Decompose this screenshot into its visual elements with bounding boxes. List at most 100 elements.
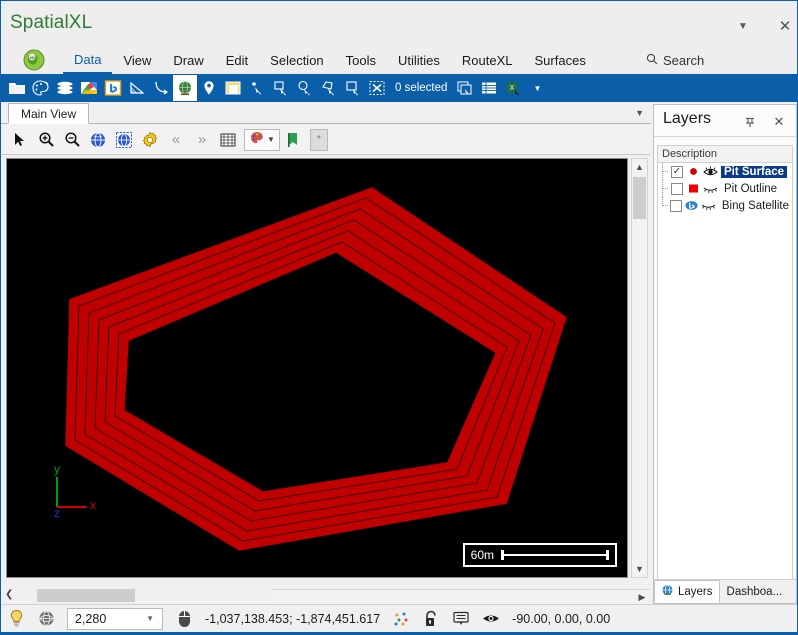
zoom-extents-icon[interactable] [85, 127, 111, 153]
eye-closed-icon[interactable] [701, 200, 716, 211]
unlock-icon[interactable] [416, 606, 446, 632]
tab-main-view[interactable]: Main View [8, 103, 90, 124]
eye-open-icon[interactable] [702, 166, 718, 177]
layer-visibility-checkbox[interactable] [670, 199, 683, 212]
menu-item-selection[interactable]: Selection [259, 46, 334, 74]
grid-icon[interactable] [215, 127, 241, 153]
zoom-in-icon[interactable] [33, 127, 59, 153]
more-options-button[interactable]: * [310, 128, 328, 151]
tree-connector [658, 163, 671, 180]
curve-tool-icon[interactable] [149, 75, 173, 101]
layer-visibility-checkbox[interactable] [671, 182, 683, 195]
triangle-measure-icon[interactable] [125, 75, 149, 101]
google-maps-icon[interactable] [77, 75, 101, 101]
menu-item-utilities[interactable]: Utilities [387, 46, 451, 74]
copy-selection-icon[interactable] [453, 75, 477, 101]
scale-combo-box[interactable]: 2,280 ▼ [67, 607, 163, 630]
scatter-points-icon[interactable] [386, 606, 416, 632]
spatialxl-logo-icon[interactable]: AB [23, 49, 45, 71]
view-tab-strip: Main View ▼ [1, 102, 651, 124]
ribbon-toolbar: 0 selected X ▼ [1, 74, 797, 102]
palette-dropdown-button[interactable]: ▼ [244, 128, 280, 151]
settings-gear-icon[interactable] [137, 127, 163, 153]
globe-icon[interactable] [173, 75, 197, 101]
fast-forward-icon[interactable]: » [189, 127, 215, 153]
select-rectangle-icon[interactable] [269, 75, 293, 101]
pin-icon[interactable] [741, 113, 759, 131]
map-canvas[interactable]: y x z 60m [6, 158, 628, 578]
window-menu-caret-icon[interactable]: ▼ [730, 15, 756, 37]
menu-item-draw[interactable]: Draw [162, 46, 214, 74]
rewind-icon[interactable]: « [163, 127, 189, 153]
menu-item-view[interactable]: View [112, 46, 162, 74]
map-vertical-scrollbar[interactable]: ▲ ▼ [631, 158, 648, 578]
lightbulb-icon[interactable] [1, 606, 31, 632]
window-close-icon[interactable]: ✕ [772, 15, 797, 37]
layers-panel-close-icon[interactable]: ✕ [770, 113, 788, 131]
axis-indicator: y x z [54, 462, 96, 517]
axis-y-label: y [54, 462, 60, 476]
select-box-icon[interactable] [341, 75, 365, 101]
stub-scroll-thumb[interactable] [37, 589, 135, 602]
pin-marker-icon[interactable] [197, 75, 221, 101]
menu-item-tools[interactable]: Tools [335, 46, 387, 74]
clear-selection-icon[interactable] [365, 75, 389, 101]
palette-icon[interactable] [29, 75, 53, 101]
zoom-previous-icon[interactable] [111, 127, 137, 153]
tab-overflow-caret-icon[interactable]: ▼ [635, 108, 644, 118]
layers-panel-title: Layers [663, 110, 712, 127]
menu-item-surfaces[interactable]: Surfaces [524, 46, 597, 74]
globe-icon [661, 584, 674, 600]
scale-bar-label: 60m [470, 548, 494, 562]
layers-panel: Layers ✕ Description ✓ Pit Surface Pit O… [653, 104, 797, 604]
lower-scroll-stub[interactable]: ❮ [1, 588, 271, 604]
pointer-arrow-icon[interactable] [7, 127, 33, 153]
panel-tab-dashboard[interactable]: Dashboa... [720, 580, 790, 603]
app-title: SpatialXL [10, 12, 93, 33]
vertical-scroll-thumb[interactable] [633, 177, 646, 219]
excel-export-icon[interactable]: X [501, 75, 525, 101]
layer-label: Pit Outline [724, 182, 778, 195]
scroll-down-icon[interactable]: ▼ [632, 561, 647, 577]
stub-left-chevron-icon[interactable]: ❮ [5, 589, 13, 600]
bookmark-flag-icon[interactable] [280, 127, 306, 153]
table-view-icon[interactable] [477, 75, 501, 101]
scroll-up-icon[interactable]: ▲ [632, 159, 647, 175]
menu-item-routexl[interactable]: RouteXL [451, 46, 524, 74]
globe-icon[interactable] [31, 606, 61, 632]
status-bar: 2,280 ▼ -1,037,138.453; -1,874,451.617 -… [1, 604, 797, 632]
tree-connector [658, 197, 670, 214]
menu-bar: AB Data View Draw Edit Selection Tools U… [1, 46, 797, 74]
layer-row-pit-outline[interactable]: Pit Outline [658, 180, 792, 197]
layer-row-bing-satellite[interactable]: Bing Satellite [658, 197, 792, 214]
ribbon-overflow-caret-icon[interactable]: ▼ [525, 75, 549, 101]
search-box[interactable]: Search [646, 46, 704, 74]
mouse-icon [169, 606, 199, 632]
eye-open-icon [476, 606, 506, 632]
select-circle-icon[interactable] [293, 75, 317, 101]
bing-maps-icon [685, 200, 698, 211]
application-window: SpatialXL ▼ ✕ AB Data View Draw Edit Sel… [0, 0, 798, 635]
axis-z-label: z [54, 506, 60, 517]
scale-dropdown-caret-icon[interactable]: ▼ [146, 614, 154, 623]
view-toolbar: « » ▼ * [2, 125, 650, 155]
layer-row-pit-surface[interactable]: ✓ Pit Surface [658, 163, 792, 180]
scroll-right-icon[interactable]: ▶ [634, 590, 650, 605]
select-polygon-icon[interactable] [317, 75, 341, 101]
zoom-out-icon[interactable] [59, 127, 85, 153]
open-folder-icon[interactable] [5, 75, 29, 101]
layers-stack-icon[interactable] [53, 75, 77, 101]
menu-item-data[interactable]: Data [63, 46, 113, 74]
eye-closed-icon[interactable] [702, 183, 718, 194]
layer-label: Pit Surface [721, 165, 788, 178]
bing-maps-icon[interactable] [101, 75, 125, 101]
search-icon [646, 53, 658, 68]
select-point-icon[interactable] [245, 75, 269, 101]
layer-visibility-checkbox[interactable]: ✓ [671, 165, 683, 178]
scale-value: 2,280 [75, 611, 107, 626]
note-icon[interactable] [446, 606, 476, 632]
layer-label: Bing Satellite [721, 199, 789, 212]
panel-tab-layers[interactable]: Layers [654, 580, 720, 603]
menu-item-edit[interactable]: Edit [215, 46, 259, 74]
legend-icon[interactable] [221, 75, 245, 101]
